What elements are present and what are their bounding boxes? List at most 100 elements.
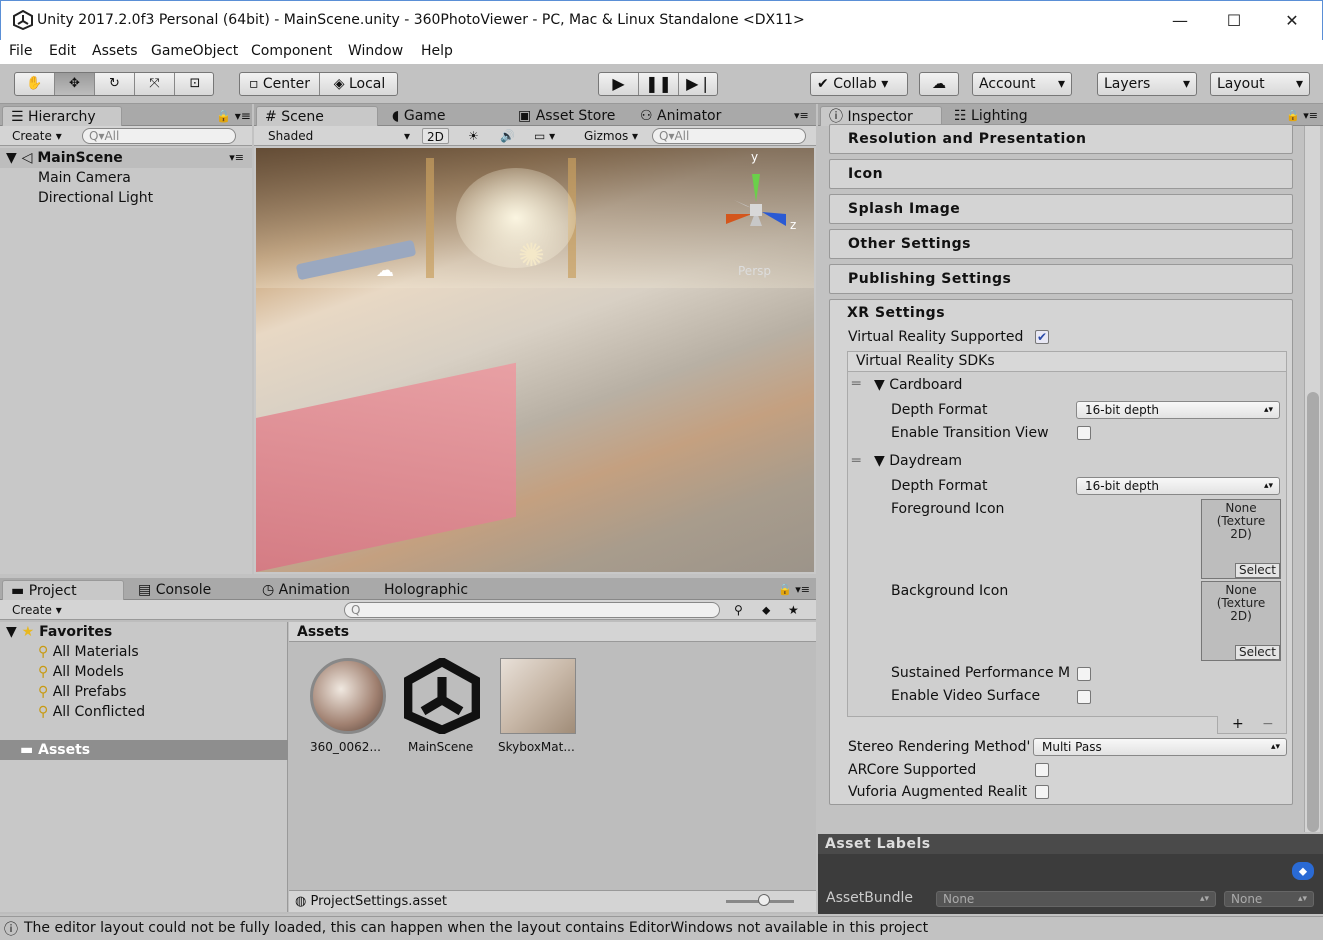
- slider-thumb[interactable]: [758, 894, 770, 906]
- cardboard-foldout[interactable]: ▼ Cardboard: [874, 377, 962, 393]
- section-splash-image[interactable]: Splash Image: [829, 194, 1293, 224]
- tab-asset-store[interactable]: ▣ Asset Store: [510, 106, 623, 126]
- tab-lighting[interactable]: ☷ Lighting: [946, 106, 1036, 126]
- scene-root[interactable]: ▼ ◁ MainScene ▾≡: [0, 148, 252, 168]
- status-bar[interactable]: ⓘ The editor layout could not be fully l…: [0, 916, 1323, 940]
- hierarchy-search-input[interactable]: Q▾All: [82, 128, 236, 144]
- favorite-all-materials[interactable]: ⚲ All Materials: [38, 644, 139, 660]
- assets-folder[interactable]: ▬ Assets: [0, 740, 288, 760]
- drag-handle-icon[interactable]: ═: [852, 376, 860, 392]
- scale-tool-icon[interactable]: ⤧: [135, 73, 175, 95]
- video-surface-checkbox[interactable]: [1077, 690, 1091, 704]
- cardboard-depth-format-select[interactable]: 16-bit depth ▴▾: [1076, 401, 1280, 419]
- shading-mode-dropdown[interactable]: Shaded ▾: [264, 128, 414, 144]
- maximize-button[interactable]: ☐: [1211, 7, 1257, 35]
- vr-supported-checkbox[interactable]: ✔: [1035, 330, 1049, 344]
- tab-hierarchy[interactable]: ☰ Hierarchy: [2, 106, 122, 126]
- section-resolution-presentation[interactable]: Resolution and Presentation: [829, 124, 1293, 154]
- enable-transition-checkbox[interactable]: [1077, 426, 1091, 440]
- tab-console[interactable]: ▤ Console: [130, 580, 219, 600]
- pivot-center-button[interactable]: ▫ Center: [240, 73, 320, 95]
- collab-button[interactable]: ✔ Collab ▾: [810, 72, 908, 96]
- section-publishing-settings[interactable]: Publishing Settings: [829, 264, 1293, 294]
- layout-dropdown[interactable]: Layout ▾: [1210, 72, 1310, 96]
- menu-help[interactable]: Help: [421, 43, 453, 59]
- pause-icon[interactable]: ❚❚: [639, 73, 679, 95]
- menu-assets[interactable]: Assets: [92, 43, 138, 59]
- background-select-button[interactable]: Select: [1234, 645, 1280, 660]
- xr-settings-title[interactable]: XR Settings: [847, 305, 945, 321]
- asset-thumbnail-skybox[interactable]: [500, 658, 576, 734]
- scrollbar-thumb[interactable]: [1307, 392, 1319, 832]
- arcore-checkbox[interactable]: [1035, 763, 1049, 777]
- layers-dropdown[interactable]: Layers ▾: [1097, 72, 1197, 96]
- favorite-all-prefabs[interactable]: ⚲ All Prefabs: [38, 684, 126, 700]
- tab-animator[interactable]: ⚇ Animator: [632, 106, 729, 126]
- lock-icon[interactable]: 🔒 ▾≡: [1278, 106, 1323, 126]
- tab-inspector[interactable]: ⓘ Inspector: [820, 106, 942, 126]
- remove-sdk-button[interactable]: −: [1262, 716, 1274, 732]
- vuforia-checkbox[interactable]: [1035, 785, 1049, 799]
- filter-type-icon[interactable]: ⚲: [730, 602, 747, 618]
- favorite-all-models[interactable]: ⚲ All Models: [38, 664, 124, 680]
- background-icon-field[interactable]: None (Texture 2D) Select: [1201, 581, 1281, 661]
- tab-project[interactable]: ▬ Project: [2, 580, 124, 600]
- tab-game[interactable]: ◖ Game: [384, 106, 454, 126]
- favorite-all-conflicted[interactable]: ⚲ All Conflicted: [38, 704, 145, 720]
- lock-icon[interactable]: 🔒 ▾≡: [770, 580, 818, 600]
- hierarchy-item-directional-light[interactable]: Directional Light: [38, 190, 153, 206]
- menu-file[interactable]: File: [9, 43, 32, 59]
- gizmos-dropdown[interactable]: Gizmos ▾: [580, 128, 642, 144]
- audio-icon[interactable]: 🔊: [496, 128, 519, 144]
- directional-light-gizmo-icon[interactable]: ✺: [518, 236, 545, 274]
- foreground-icon-field[interactable]: None (Texture 2D) Select: [1201, 499, 1281, 579]
- unity-scene-asset-icon[interactable]: [404, 658, 480, 734]
- foreground-select-button[interactable]: Select: [1234, 563, 1280, 578]
- cloud-icon[interactable]: ☁: [919, 72, 959, 96]
- hierarchy-item-main-camera[interactable]: Main Camera: [38, 170, 131, 186]
- tag-icon[interactable]: ⬥: [1292, 862, 1314, 880]
- rect-tool-icon[interactable]: ⊡: [175, 73, 213, 95]
- drag-handle-icon[interactable]: ═: [852, 453, 860, 469]
- scene-view[interactable]: ✺ ☁ y z Persp: [256, 148, 814, 572]
- panel-menu-icon[interactable]: ▾≡: [786, 106, 817, 126]
- scene-menu-icon[interactable]: ▾≡: [229, 148, 244, 168]
- play-icon[interactable]: ▶: [599, 73, 639, 95]
- tag-icon[interactable]: ⬥: [758, 602, 774, 618]
- hand-tool-icon[interactable]: ✋: [15, 73, 55, 95]
- favorites-node[interactable]: ▼ ★ Favorites: [6, 624, 112, 640]
- sustained-performance-checkbox[interactable]: [1077, 667, 1091, 681]
- rotate-tool-icon[interactable]: ↻: [95, 73, 135, 95]
- tab-scene[interactable]: # Scene: [256, 106, 378, 126]
- tab-animation[interactable]: ◷ Animation: [254, 580, 358, 600]
- minimize-button[interactable]: —: [1157, 7, 1203, 35]
- add-sdk-button[interactable]: +: [1232, 716, 1244, 732]
- hierarchy-create-dropdown[interactable]: Create ▾: [8, 128, 66, 144]
- project-search-input[interactable]: Q: [344, 602, 720, 618]
- menu-gameobject[interactable]: GameObject: [151, 43, 238, 59]
- inspector-scrollbar[interactable]: [1304, 126, 1320, 832]
- mode-2d-toggle[interactable]: 2D: [422, 128, 449, 144]
- step-icon[interactable]: ▶❘: [679, 73, 717, 95]
- close-button[interactable]: ✕: [1269, 7, 1315, 35]
- pivot-local-button[interactable]: ◈ Local: [320, 73, 397, 95]
- daydream-depth-format-select[interactable]: 16-bit depth ▴▾: [1076, 477, 1280, 495]
- star-icon[interactable]: ★: [784, 602, 803, 618]
- sun-icon[interactable]: ☀: [464, 128, 483, 144]
- tab-holographic[interactable]: Holographic: [376, 580, 476, 600]
- menu-edit[interactable]: Edit: [49, 43, 76, 59]
- section-icon[interactable]: Icon: [829, 159, 1293, 189]
- move-tool-icon[interactable]: ✥: [55, 73, 95, 95]
- image-effects-icon[interactable]: ▭ ▾: [530, 128, 559, 144]
- asset-bundle-select[interactable]: None ▴▾: [936, 891, 1216, 907]
- scene-search-input[interactable]: Q▾All: [652, 128, 806, 144]
- menu-window[interactable]: Window: [348, 43, 403, 59]
- menu-component[interactable]: Component: [251, 43, 332, 59]
- asset-variant-select[interactable]: None ▴▾: [1224, 891, 1314, 907]
- lock-icon[interactable]: 🔒 ▾≡: [208, 106, 259, 126]
- section-other-settings[interactable]: Other Settings: [829, 229, 1293, 259]
- stereo-rendering-select[interactable]: Multi Pass ▴▾: [1033, 738, 1287, 756]
- project-create-dropdown[interactable]: Create ▾: [8, 602, 66, 618]
- daydream-foldout[interactable]: ▼ Daydream: [874, 453, 962, 469]
- account-dropdown[interactable]: Account ▾: [972, 72, 1072, 96]
